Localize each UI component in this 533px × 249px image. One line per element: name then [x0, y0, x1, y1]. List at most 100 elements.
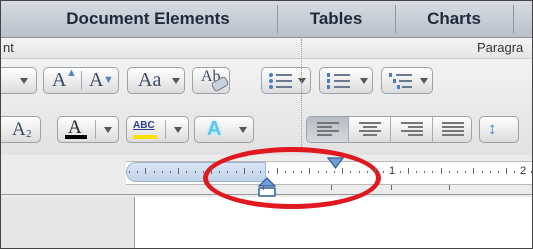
- button-divider: [81, 71, 82, 90]
- numbering-button[interactable]: [319, 67, 373, 94]
- tab-tables[interactable]: Tables: [281, 1, 391, 37]
- chevron-down-icon: [104, 127, 112, 133]
- subscript-icon: A: [12, 119, 26, 140]
- chevron-down-icon: [420, 78, 428, 84]
- text-effects-button[interactable]: A: [194, 116, 254, 143]
- font-group-label: nt: [3, 40, 14, 55]
- line-spacing-button[interactable]: ↕: [479, 116, 519, 143]
- font-color-button[interactable]: A: [57, 116, 119, 143]
- ruler-tick: [375, 168, 376, 174]
- ruler-tick: [449, 185, 450, 190]
- ruler-tick: [309, 168, 311, 174]
- ruler-tick: [331, 185, 332, 190]
- ruler-tick: [317, 171, 319, 173]
- align-center-icon: [359, 122, 381, 136]
- ruler-tick: [342, 168, 344, 174]
- ruler-tick: [276, 168, 278, 174]
- align-right-button[interactable]: [391, 117, 432, 142]
- ruler-tick: [194, 171, 196, 173]
- ruler-tick: [235, 171, 237, 173]
- ruler-tick: [383, 171, 385, 173]
- ruler-tick: [366, 171, 368, 173]
- text-effects-icon: A: [207, 118, 222, 140]
- align-center-button[interactable]: [349, 117, 390, 142]
- ruler-tick: [432, 171, 434, 173]
- ruler-tick: [252, 171, 253, 173]
- ruler-tick: [263, 185, 264, 190]
- ruler-tick: [358, 171, 360, 173]
- ruler-tick: [498, 171, 499, 173]
- bullets-button[interactable]: [261, 67, 311, 94]
- font-size-dropdown[interactable]: [1, 67, 37, 94]
- ruler-tick: [186, 171, 188, 173]
- button-divider: [165, 120, 166, 139]
- ruler-tick: [514, 171, 516, 173]
- chevron-down-icon: [20, 78, 28, 84]
- shrink-font-icon[interactable]: A: [89, 69, 103, 92]
- justify-button[interactable]: [433, 117, 473, 142]
- highlight-button[interactable]: ABC: [126, 116, 189, 143]
- tab-divider: [513, 5, 514, 33]
- highlight-icon: ABC: [133, 120, 155, 131]
- subscript-two: 2: [26, 128, 32, 140]
- numbered-list-icon: [327, 73, 350, 89]
- font-size-group: A ▲ A ▼: [43, 67, 119, 94]
- ruler-tick: [416, 171, 417, 173]
- ruler-tick: [399, 171, 401, 173]
- ruler-tick: [243, 168, 245, 174]
- ruler-tick: [260, 171, 262, 173]
- tab-divider: [277, 5, 278, 33]
- bullet-list-icon: [269, 73, 292, 89]
- chevron-down-icon: [239, 127, 247, 133]
- chevron-down-icon: [360, 78, 368, 84]
- ribbon-group-labels: nt Paragra: [1, 38, 532, 59]
- ruler-tick: [137, 171, 139, 173]
- button-divider: [95, 120, 96, 139]
- alignment-group: [306, 116, 472, 143]
- ruler-tick: [284, 171, 286, 173]
- multilevel-list-button[interactable]: [381, 67, 433, 94]
- ruler-tick: [129, 171, 130, 173]
- ruler-tick: [211, 168, 212, 174]
- ribbon-content: A ▲ A ▼ Aa Ab A 2 A ABC A ↕: [1, 59, 532, 156]
- ruler-tick: [465, 171, 467, 173]
- font-color-swatch: [65, 135, 87, 139]
- ruler-tick: [325, 171, 327, 173]
- ruler-tick: [440, 168, 442, 174]
- tab-document-elements[interactable]: Document Elements: [39, 1, 257, 37]
- chevron-down-icon: [172, 78, 180, 84]
- subscript-button[interactable]: A 2: [1, 116, 41, 143]
- ruler-tick: [391, 185, 392, 190]
- grow-font-icon[interactable]: A: [52, 69, 66, 92]
- ruler-number-1: 1: [389, 165, 396, 177]
- tab-divider: [395, 5, 396, 33]
- tab-charts[interactable]: Charts: [399, 1, 509, 37]
- ruler-tick: [489, 171, 491, 173]
- ruler-tick: [473, 168, 475, 174]
- multilevel-list-icon: [389, 73, 412, 89]
- align-left-button[interactable]: [307, 117, 348, 142]
- align-left-icon: [317, 122, 339, 136]
- change-case-button[interactable]: Aa: [127, 67, 185, 94]
- clear-formatting-button[interactable]: Ab: [192, 67, 230, 94]
- word-window: Document Elements Tables Charts nt Parag…: [0, 0, 533, 249]
- arrow-down-icon: ▼: [103, 74, 114, 86]
- ruler-tick: [334, 171, 335, 173]
- ruler-tick: [457, 171, 458, 173]
- ruler-tick: [202, 171, 204, 173]
- ruler-tick: [153, 171, 155, 173]
- group-divider: [301, 39, 303, 149]
- ruler-tick: [301, 171, 303, 173]
- ruler-tick: [170, 171, 171, 173]
- ruler-tick: [448, 171, 450, 173]
- ruler-tick: [145, 168, 147, 174]
- ruler-tick: [506, 168, 508, 174]
- ruler-tick: [424, 171, 426, 173]
- ruler-tick: [161, 171, 163, 173]
- ruler-tick: [530, 171, 532, 173]
- justify-icon: [442, 122, 464, 136]
- ruler-tick: [481, 171, 483, 173]
- ruler-number-2: 2: [520, 165, 527, 177]
- line-spacing-icon: ↕: [488, 119, 497, 138]
- red-annotation-ellipse: [203, 147, 381, 209]
